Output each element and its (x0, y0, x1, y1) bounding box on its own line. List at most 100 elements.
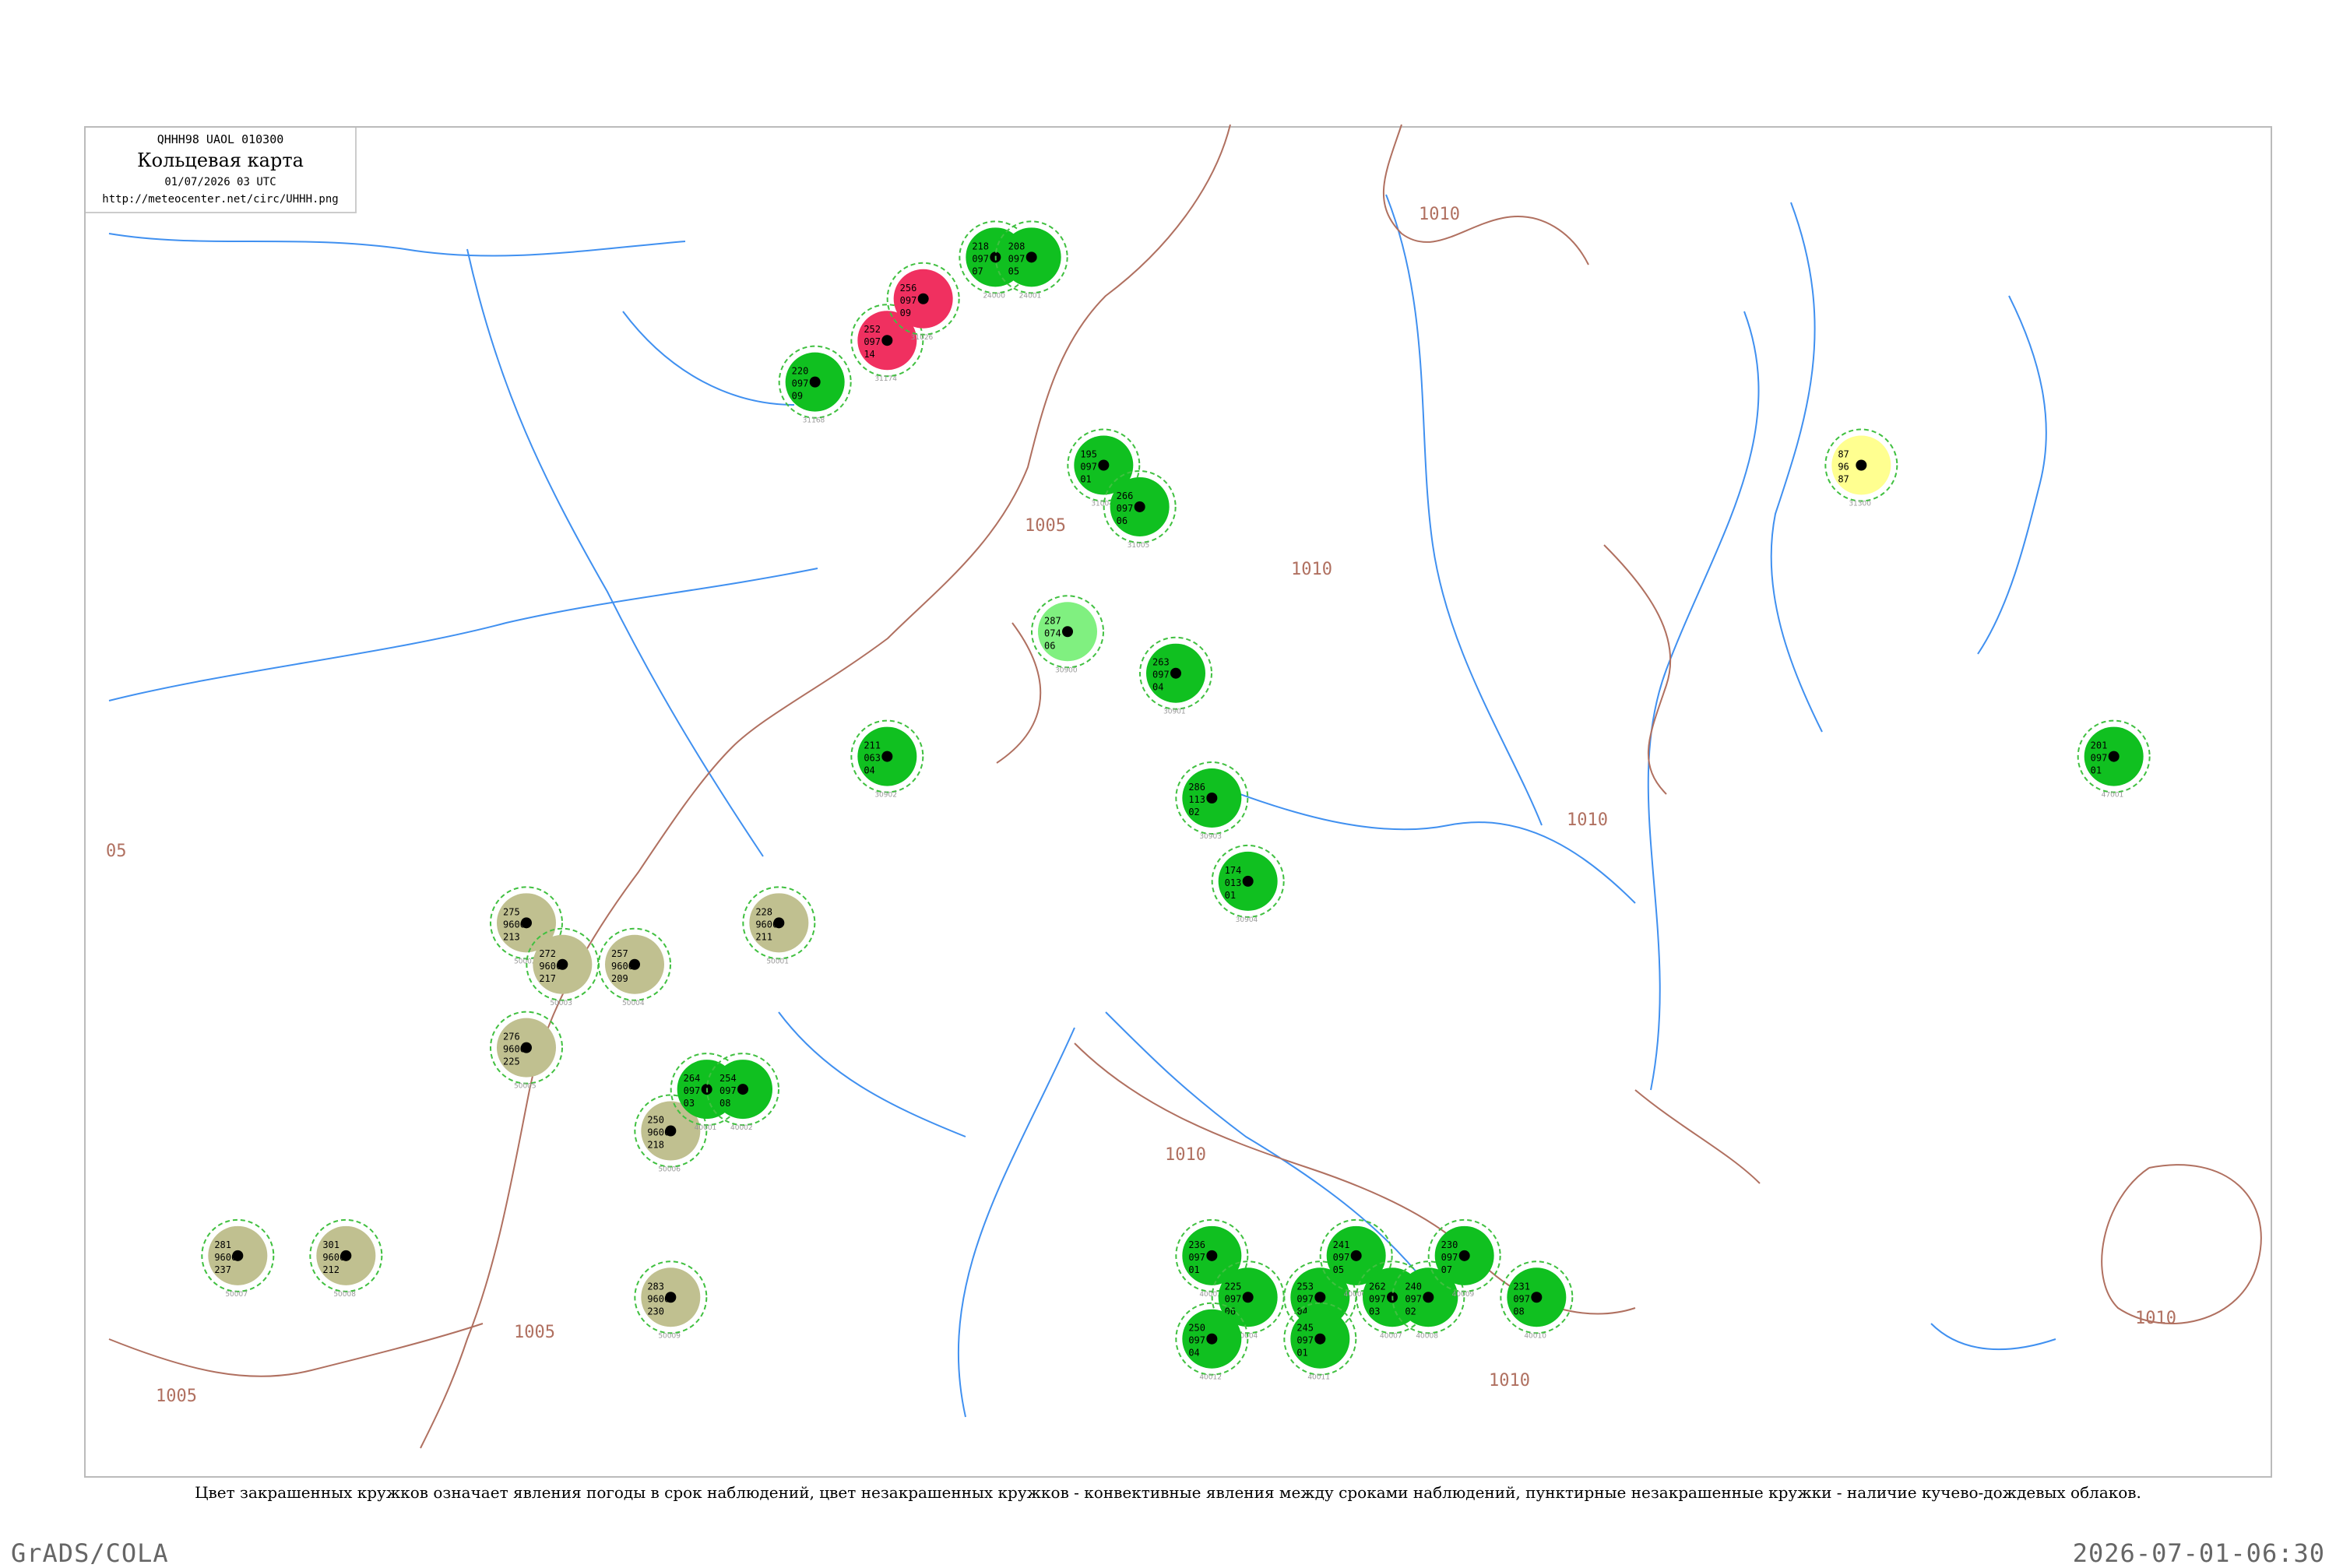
station-temp: 253 (1296, 1281, 1314, 1292)
station-temp: 252 (864, 324, 881, 335)
station-fog[interactable]: 228 9600211 50001 (742, 886, 816, 965)
station-pressure: 04 (864, 765, 874, 776)
station-rain[interactable]: 231097 08 40010 (1500, 1260, 1574, 1340)
station-dew: 097 (1080, 462, 1097, 473)
station-temp: 275 (503, 906, 520, 917)
station-pressure: 01 (2091, 765, 2102, 776)
station-temp: 272 (539, 948, 556, 959)
station-dot (1206, 793, 1218, 803)
station-id: 30901 (1163, 708, 1186, 716)
station-temp: 264 (684, 1073, 701, 1084)
station-temp: 283 (647, 1281, 664, 1292)
station-temp: 211 (864, 740, 881, 751)
station-pressure: 237 (214, 1264, 231, 1275)
station-pressure: 09 (792, 391, 803, 402)
isobar-label: 1010 (2135, 1309, 2176, 1328)
station-temp: 225 (1225, 1281, 1242, 1292)
station-dot (1314, 1333, 1326, 1345)
station-pressure: 09 (900, 308, 911, 318)
station-pressure: 04 (1188, 1348, 1199, 1359)
station-temp: 201 (2091, 740, 2108, 751)
station-temp: 236 (1188, 1239, 1205, 1250)
station-pressure: 209 (611, 973, 628, 984)
station-dot (737, 1084, 748, 1095)
station-fog[interactable]: 281 9600237 50007 (201, 1218, 275, 1299)
station-dew: 097 (1405, 1293, 1422, 1304)
station-fog[interactable]: 276 9600225 50005 (490, 1011, 563, 1091)
station-dew: 097 (2091, 753, 2108, 764)
station-rain[interactable]: 220097 09 31168 (778, 345, 852, 425)
station-temp: 286 (1188, 782, 1205, 793)
isobar-label: 1005 (1025, 516, 1066, 536)
station-fog[interactable]: 301 9600212 50008 (309, 1218, 383, 1299)
station-dew: 097 (1333, 1252, 1350, 1263)
station-dot (1350, 1250, 1362, 1261)
isobar-label: 1005 (514, 1323, 555, 1342)
source-url[interactable]: http://meteocenter.net/circ/UHHH.png (86, 193, 355, 206)
synoptic-map: 1010 1005 1010 1010 1010 1010 1005 1005 1010 05 2… (106, 124, 2262, 1449)
station-fog[interactable]: 2839600 230 50009 (634, 1260, 708, 1340)
station-dew: 097 (684, 1085, 701, 1096)
station-dot (1531, 1292, 1543, 1303)
station-id: 31026 (911, 334, 934, 342)
station-dew: 097 (1296, 1335, 1314, 1346)
station-dew: 097 (1225, 1293, 1242, 1304)
station-dew: 097 (1188, 1335, 1205, 1346)
station-pressure: 225 (503, 1056, 520, 1067)
station-pressure: 05 (1333, 1264, 1344, 1275)
station-dot (1242, 875, 1254, 887)
station-light_rain[interactable]: 287 074 06 30900 (1031, 595, 1104, 674)
station-haze[interactable]: 87968731300 (1824, 428, 1898, 508)
station-temp: 254 (719, 1073, 737, 1084)
station-temp: 240 (1405, 1281, 1422, 1292)
title-box: QHHH98 UAOL 010300 Кольцевая карта 01/07… (86, 128, 357, 213)
station-id: 30904 (1236, 916, 1258, 924)
station-temp: 174 (1225, 865, 1242, 876)
station-temp: 250 (1188, 1323, 1205, 1334)
station-pressure: 213 (503, 931, 520, 942)
station-dew: 097 (972, 253, 989, 264)
station-dew: 097 (1296, 1293, 1314, 1304)
station-pressure: 87 (1838, 474, 1849, 485)
station-dew: 9600 (322, 1252, 345, 1263)
station-temp: 231 (1513, 1281, 1530, 1292)
station-dot (1170, 667, 1181, 679)
station-rain[interactable]: 174013 01 30904 (1211, 844, 1285, 924)
station-temp: 87 (1838, 449, 1849, 460)
station-dew: 074 (1044, 628, 1061, 638)
station-temp: 220 (792, 366, 809, 377)
station-pressure: 02 (1188, 807, 1199, 817)
station-pressure: 230 (647, 1306, 664, 1317)
footer-software: GrADS/COLA (11, 1538, 169, 1568)
isobar-label: 05 (106, 842, 127, 861)
station-rain[interactable]: 263 097 04 30901 (1139, 636, 1212, 716)
station-dew: 097 (1513, 1293, 1530, 1304)
station-pressure: 07 (972, 265, 983, 276)
station-pressure: 217 (539, 973, 556, 984)
station-id: 31174 (874, 375, 897, 383)
station-rain[interactable]: 211 06304 30902 (850, 719, 924, 800)
station-dew: 097 (1008, 253, 1026, 264)
station-dew: 9600 (539, 961, 561, 972)
bulletin-code: QHHH98 UAOL 010300 (157, 132, 284, 146)
station-pressure: 08 (1513, 1306, 1524, 1317)
station-pressure: 218 (647, 1140, 664, 1151)
station-rain[interactable]: 286113 02 30903 (1175, 761, 1249, 841)
station-id: 24000 (983, 292, 1005, 300)
station-id: 40008 (1416, 1332, 1438, 1340)
station-fog[interactable]: 257 9600209 50004 (598, 927, 671, 1007)
station-id: 24001 (1019, 292, 1042, 300)
station-id: 30902 (874, 792, 897, 800)
station-id: 31300 (1849, 501, 1871, 508)
isobar-label: 1010 (1291, 560, 1332, 579)
station-temp: 263 (1152, 657, 1170, 668)
station-dot (1134, 501, 1145, 512)
station-rain[interactable]: 201 09701 47001 (2077, 719, 2151, 800)
station-pressure: 01 (1188, 1264, 1199, 1275)
station-rain[interactable]: 245097 01 40011 (1283, 1302, 1357, 1382)
station-pressure: 02 (1405, 1306, 1416, 1317)
station-dot (1206, 1333, 1218, 1345)
station-dew: 097 (719, 1085, 737, 1096)
station-dew: 097 (1152, 670, 1170, 680)
station-id: 40010 (1524, 1332, 1546, 1340)
